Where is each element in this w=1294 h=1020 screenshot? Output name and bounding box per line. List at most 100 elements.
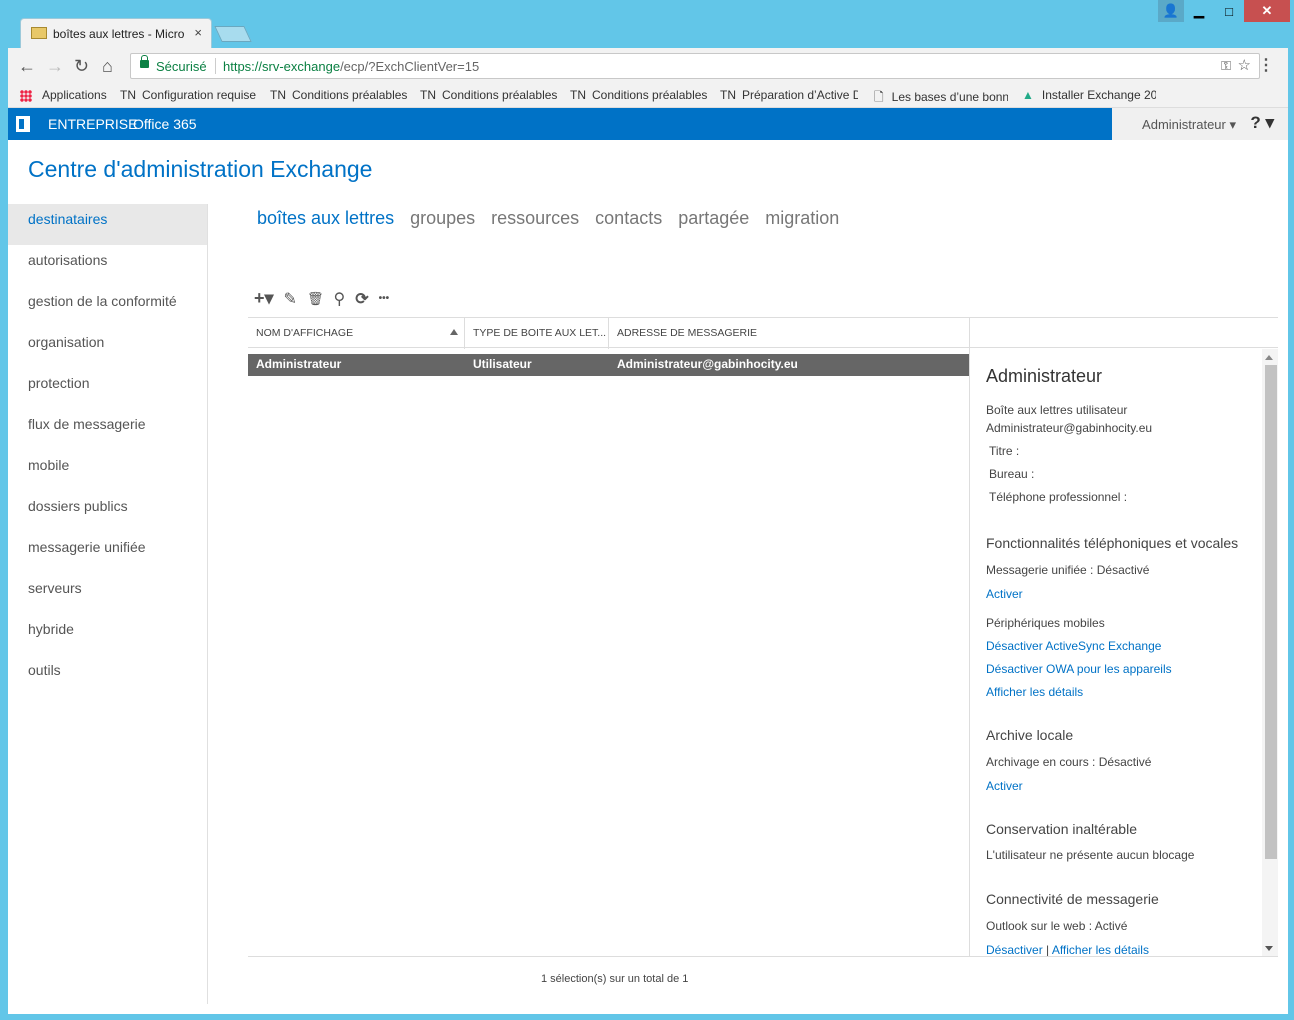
details-scrollbar[interactable] (1262, 349, 1278, 957)
bookmark-prefix: TN (420, 88, 436, 102)
browser-toolbar: ← → ↻ ⌂ Sécurisé https://srv-exchange/ec… (8, 48, 1288, 84)
user-icon[interactable]: 👤 (1158, 0, 1184, 22)
tab-partagee[interactable]: partagée (678, 208, 749, 229)
column-header-display-name[interactable]: NOM D'AFFICHAGE (248, 318, 465, 349)
disable-owa-devices-link[interactable]: Désactiver OWA pour les appareils (986, 662, 1172, 676)
tab-groupes[interactable]: groupes (410, 208, 475, 229)
new-tab-button[interactable] (214, 26, 252, 42)
bookmark-item[interactable]: TN Préparation d’Active D (720, 88, 858, 102)
bookmark-label: Les bases d’une bonn (891, 90, 1008, 104)
url-text[interactable]: https://srv-exchange/ecp/?ExchClientVer=… (223, 59, 479, 74)
column-header-label: NOM D'AFFICHAGE (256, 327, 354, 339)
home-icon[interactable]: ⌂ (102, 56, 113, 77)
details-title: Administrateur (986, 366, 1103, 386)
tab-ressources[interactable]: ressources (491, 208, 579, 229)
add-icon[interactable]: +▾ (254, 288, 274, 309)
edit-icon[interactable]: ✎ (284, 289, 297, 309)
enterprise-link[interactable]: ENTREPRISE (48, 116, 137, 132)
sub-tabs: boîtes aux lettres groupes ressources co… (257, 208, 855, 229)
selection-status: 1 sélection(s) sur un total de 1 (541, 973, 689, 985)
bookmark-item[interactable]: TN Conditions préalables (420, 88, 558, 102)
nav-item-destinataires[interactable]: destinataires (8, 204, 207, 245)
bookmark-applications[interactable]: Applications (42, 88, 114, 102)
back-icon[interactable]: ← (18, 56, 36, 77)
o365-bar: ENTREPRISE Office 365 Administrateur ▾ ?… (8, 108, 1288, 140)
nav-item-hybride[interactable]: hybride (8, 614, 207, 655)
mailbox-grid: NOM D'AFFICHAGE TYPE DE BOITE AUX LET...… (248, 317, 1278, 985)
nav-item-serveurs[interactable]: serveurs (8, 573, 207, 614)
office365-link[interactable]: Office 365 (133, 116, 197, 132)
forward-icon[interactable]: → (46, 56, 64, 77)
scroll-down-icon[interactable] (1265, 946, 1273, 951)
archive-status: Archivage en cours : Désactivé (986, 755, 1152, 769)
bookmark-item[interactable]: TN Conditions préalables (570, 88, 708, 102)
column-header-mailbox-type[interactable]: TYPE DE BOITE AUX LET... (465, 318, 609, 349)
bookmark-label: Installer Exchange 20 (1041, 88, 1156, 102)
delete-icon[interactable]: 🗑 (307, 291, 324, 307)
window-controls: 👤 ▁ □ ✕ (1158, 0, 1290, 22)
table-row[interactable]: Administrateur Utilisateur Administrateu… (248, 354, 970, 376)
archive-activate-link[interactable]: Activer (986, 779, 1023, 793)
nav-item-autorisations[interactable]: autorisations (8, 245, 207, 286)
bookmark-item[interactable]: 🗋 Les bases d’une bonn (874, 88, 1008, 109)
nav-item-mobile[interactable]: mobile (8, 450, 207, 491)
nav-item-organisation[interactable]: organisation (8, 327, 207, 368)
column-header-email[interactable]: ADRESSE DE MESSAGERIE (609, 318, 970, 349)
bookmark-item[interactable]: TN Conditions préalables (270, 88, 408, 102)
nav-item-outils[interactable]: outils (8, 655, 207, 696)
nav-item-protection[interactable]: protection (8, 368, 207, 409)
secure-label: Sécurisé (156, 59, 207, 74)
nav-item-messagerie-unifiee[interactable]: messagerie unifiée (8, 532, 207, 573)
browser-menu-icon[interactable]: ⋮ (1258, 55, 1274, 75)
owa-details-link[interactable]: Afficher les détails (1052, 943, 1149, 957)
admin-menu[interactable]: Administrateur ▾ (1142, 117, 1236, 133)
help-menu[interactable]: ? ▾ (1250, 113, 1274, 133)
maximize-button[interactable]: □ (1214, 0, 1244, 22)
cell-email: Administrateur@gabinhocity.eu (617, 357, 798, 371)
bookmark-item[interactable]: ▲ Installer Exchange 20 (1022, 88, 1156, 102)
bookmark-label: Préparation d’Active D (742, 88, 858, 102)
um-activate-link[interactable]: Activer (986, 587, 1023, 601)
refresh-icon[interactable]: ⟳ (355, 289, 368, 309)
details-telephone: Téléphone professionnel : (989, 490, 1128, 504)
scroll-thumb[interactable] (1265, 365, 1277, 859)
nav-item-conformite[interactable]: gestion de la conformité (8, 286, 207, 327)
more-icon[interactable]: ••• (379, 293, 390, 304)
bookmark-label: Applications (42, 88, 107, 102)
column-header-label: TYPE DE BOITE AUX LET... (473, 327, 607, 339)
close-tab-icon[interactable]: × (194, 25, 202, 40)
browser-tab[interactable]: boîtes aux lettres - Micro × (20, 18, 212, 48)
tab-contacts[interactable]: contacts (595, 208, 662, 229)
tab-boites-aux-lettres[interactable]: boîtes aux lettres (257, 208, 394, 229)
cell-type: Utilisateur (473, 357, 532, 371)
minimize-button[interactable]: ▁ (1184, 0, 1214, 22)
grid-footer-line (248, 956, 1278, 957)
url-path: /ecp/?ExchClientVer=15 (340, 59, 480, 74)
reload-icon[interactable]: ↻ (74, 56, 89, 77)
bookmark-label: Conditions préalables (592, 88, 708, 102)
page-content: ENTREPRISE Office 365 Administrateur ▾ ?… (8, 108, 1288, 1014)
disable-activesync-link[interactable]: Désactiver ActiveSync Exchange (986, 639, 1161, 653)
bookmark-item[interactable]: TN Configuration requise (120, 88, 258, 102)
owa-disable-link[interactable]: Désactiver (986, 943, 1043, 957)
scroll-up-icon[interactable] (1265, 355, 1273, 360)
tab-strip: boîtes aux lettres - Micro × 👤 ▁ □ ✕ (0, 0, 1294, 48)
address-bar[interactable]: Sécurisé https://srv-exchange/ecp/?ExchC… (130, 53, 1260, 79)
section-connectivity: Connectivité de messagerie (986, 891, 1159, 907)
star-icon[interactable]: ☆ (1238, 56, 1251, 74)
details-email: Administrateur@gabinhocity.eu (986, 421, 1153, 435)
nav-item-dossiers-publics[interactable]: dossiers publics (8, 491, 207, 532)
office-logo-icon[interactable] (16, 116, 30, 132)
details-titre: Titre : (989, 444, 1020, 458)
tab-migration[interactable]: migration (765, 208, 839, 229)
section-voice: Fonctionnalités téléphoniques et vocales (986, 535, 1239, 551)
nav-item-flux[interactable]: flux de messagerie (8, 409, 207, 450)
action-toolbar: +▾ ✎ 🗑 ⚲ ⟳ ••• (254, 288, 399, 309)
bookmark-label: Conditions préalables (442, 88, 558, 102)
mobile-details-link[interactable]: Afficher les détails (986, 685, 1083, 699)
tab-title: boîtes aux lettres - Micro (53, 27, 185, 41)
bookmark-label: Conditions préalables (292, 88, 408, 102)
search-icon[interactable]: ⚲ (333, 289, 345, 309)
close-window-button[interactable]: ✕ (1244, 0, 1290, 22)
key-icon[interactable]: ⚿ (1221, 58, 1231, 74)
